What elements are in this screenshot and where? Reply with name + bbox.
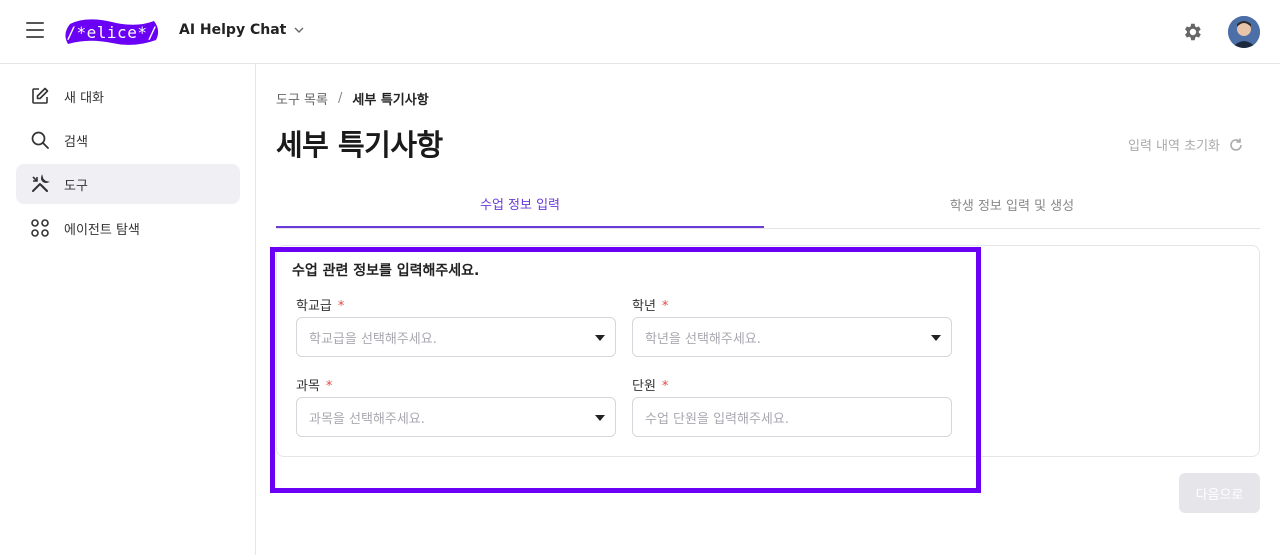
- hamburger-menu-icon[interactable]: [26, 22, 46, 42]
- chevron-down-icon: [294, 27, 304, 33]
- edit-icon: [30, 86, 50, 106]
- sidebar-item-new-chat[interactable]: 새 대화: [16, 76, 240, 116]
- breadcrumb-separator: /: [337, 91, 343, 106]
- sidebar-item-search[interactable]: 검색: [16, 120, 240, 160]
- breadcrumb: 도구 목록 / 세부 특기사항: [276, 89, 429, 108]
- sidebar-item-label: 도구: [64, 178, 88, 194]
- tab-class-info[interactable]: 수업 정보 입력: [276, 180, 764, 228]
- tab-bar: 수업 정보 입력 학생 정보 입력 및 생성: [276, 180, 1260, 229]
- sidebar-item-label: 검색: [64, 134, 88, 150]
- tab-student-info[interactable]: 학생 정보 입력 및 생성: [764, 180, 1260, 228]
- breadcrumb-current: 세부 특기사항: [352, 93, 429, 108]
- logo-text: /*elice*/: [66, 23, 158, 42]
- refresh-icon: [1230, 138, 1242, 151]
- sidebar: 새 대화 검색 도구 에이전트 탐색: [0, 64, 256, 555]
- gear-icon[interactable]: [1181, 21, 1203, 43]
- sidebar-item-label: 에이전트 탐색: [64, 222, 140, 238]
- app-title: AI Helpy Chat: [179, 22, 287, 38]
- reset-label: 입력 내역 초기화: [1128, 139, 1220, 154]
- next-button[interactable]: 다음으로: [1179, 473, 1260, 513]
- breadcrumb-parent-link[interactable]: 도구 목록: [276, 89, 328, 108]
- sidebar-item-tools[interactable]: 도구: [16, 164, 240, 204]
- grid-icon: [30, 218, 50, 238]
- sidebar-item-label: 새 대화: [64, 90, 105, 106]
- user-avatar[interactable]: [1228, 16, 1260, 48]
- top-bar: /*elice*/ AI Helpy Chat: [0, 0, 1280, 64]
- reset-input-button[interactable]: 입력 내역 초기화: [1128, 135, 1244, 154]
- search-icon: [30, 130, 50, 150]
- tools-icon: [30, 174, 50, 194]
- highlight-box: [270, 247, 981, 493]
- app-selector[interactable]: AI Helpy Chat: [179, 22, 304, 38]
- elice-logo[interactable]: /*elice*/: [64, 18, 160, 47]
- page-title: 세부 특기사항: [276, 128, 443, 162]
- sidebar-item-agents[interactable]: 에이전트 탐색: [16, 208, 240, 248]
